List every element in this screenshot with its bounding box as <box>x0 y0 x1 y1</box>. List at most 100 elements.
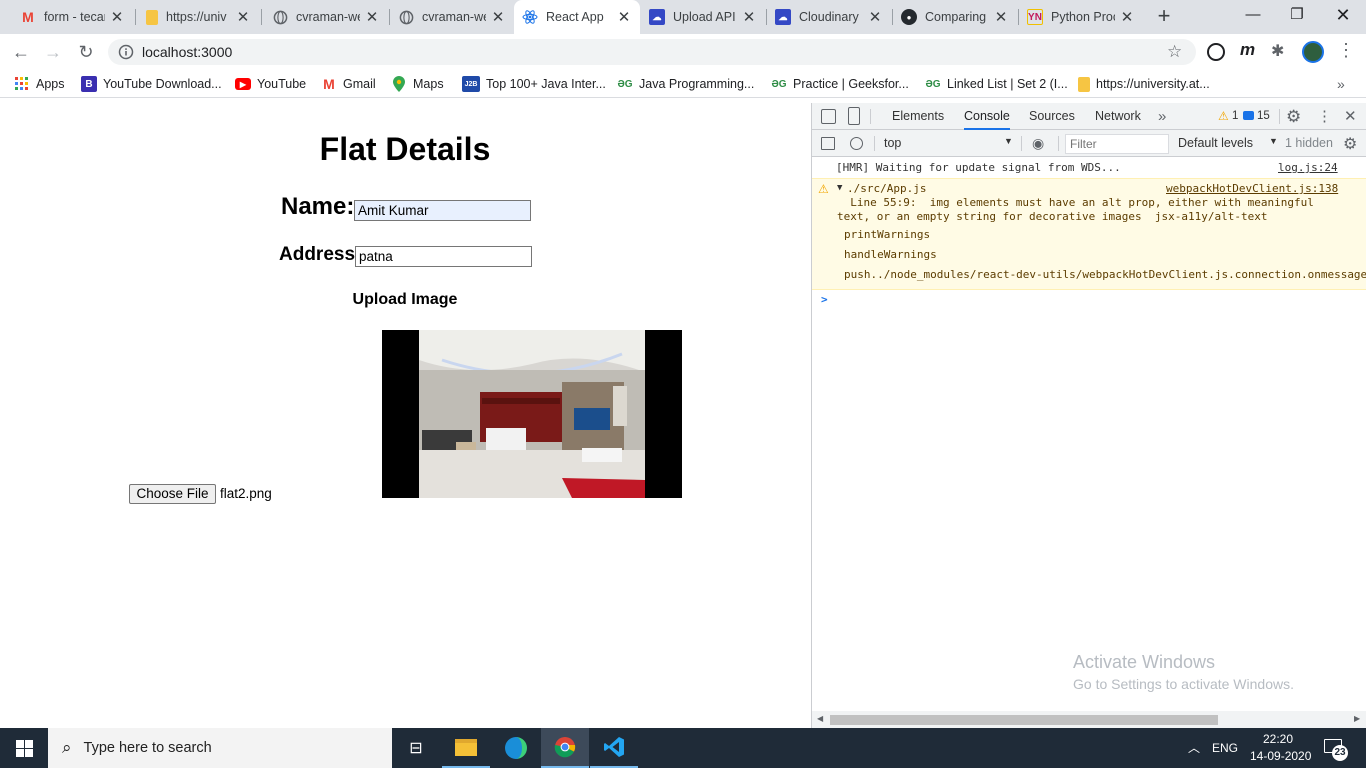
edge-icon[interactable] <box>492 728 540 768</box>
kebab-menu-icon[interactable]: ⋮ <box>1317 103 1332 130</box>
warning-source-link[interactable]: webpackHotDevClient.js:138 <box>1166 182 1338 195</box>
bookmark-java-interview[interactable]: J2B Top 100+ Java Inter... <box>462 74 606 94</box>
console-source-link[interactable]: log.js:24 <box>1278 161 1338 174</box>
avatar[interactable] <box>1302 41 1324 63</box>
message-count[interactable]: 15 <box>1257 103 1270 130</box>
close-icon[interactable]: ✕ <box>490 8 506 26</box>
close-icon[interactable]: ✕ <box>364 8 380 26</box>
star-icon[interactable]: ☆ <box>1167 42 1182 62</box>
clock-time[interactable]: 22:20 <box>1263 732 1293 746</box>
clock-date[interactable]: 14-09-2020 <box>1250 749 1311 763</box>
devtools-tab-network[interactable]: Network <box>1095 103 1141 130</box>
scrollbar-thumb[interactable] <box>830 715 1218 725</box>
close-icon[interactable]: ✕ <box>235 8 251 26</box>
tab-strip: M form - tecar ✕ https://univ ✕ cvraman-… <box>0 0 1366 34</box>
warning-count[interactable]: 1 <box>1232 103 1238 130</box>
address-bar[interactable] <box>108 39 1196 65</box>
m-extension-icon[interactable]: m <box>1240 40 1255 60</box>
levels-dropdown-icon[interactable]: ▼ <box>1269 136 1278 146</box>
tray-chevron-icon[interactable]: ︿ <box>1188 739 1200 756</box>
scroll-right-icon[interactable]: ▶ <box>1354 714 1360 723</box>
bookmark-university[interactable]: https://university.at... <box>1078 74 1210 94</box>
scroll-left-icon[interactable]: ◀ <box>817 714 823 723</box>
tab-upload-api[interactable]: ☁ Upload API ✕ <box>641 0 765 34</box>
back-icon[interactable]: ← <box>9 40 33 64</box>
bookmark-apps[interactable]: Apps <box>14 74 65 94</box>
bookmark-java-programming[interactable]: ƏG Java Programming... <box>617 74 754 94</box>
inspect-icon[interactable] <box>821 109 836 124</box>
extension-circle-icon[interactable] <box>1207 43 1225 61</box>
close-devtools-icon[interactable]: ✕ <box>1344 103 1357 130</box>
tab-cvraman-1[interactable]: cvraman-we ✕ <box>264 0 388 34</box>
reload-icon[interactable]: ↻ <box>74 40 98 64</box>
minimize-button[interactable]: — <box>1230 0 1276 32</box>
bookmark-label: Linked List | Set 2 (I... <box>947 77 1068 91</box>
close-window-button[interactable]: ✕ <box>1320 0 1366 32</box>
menu-icon[interactable]: ⋮ <box>1337 40 1355 61</box>
tab-python[interactable]: YN Python Proc ✕ <box>1019 0 1143 34</box>
warning-text-line1: Line 55:9: img elements must have an alt… <box>837 196 1314 209</box>
puzzle-icon[interactable]: ✱ <box>1271 41 1284 61</box>
device-toolbar-icon[interactable] <box>848 107 860 125</box>
name-input[interactable] <box>354 200 531 221</box>
task-view-icon[interactable]: ⊟ <box>392 728 440 768</box>
chrome-icon[interactable] <box>541 728 589 768</box>
console-prompt[interactable]: > <box>821 293 828 306</box>
close-icon[interactable]: ✕ <box>616 8 632 26</box>
clear-console-icon[interactable] <box>850 137 863 150</box>
tab-cvraman-2[interactable]: cvraman-we ✕ <box>390 0 514 34</box>
close-icon[interactable]: ✕ <box>993 8 1009 26</box>
bookmark-maps[interactable]: Maps <box>391 74 444 94</box>
settings-gear-icon[interactable]: ⚙ <box>1286 103 1301 130</box>
vscode-icon[interactable] <box>590 728 638 768</box>
console-filter-input[interactable] <box>1065 134 1169 154</box>
more-tabs-icon[interactable]: » <box>1158 103 1166 130</box>
tab-react-app[interactable]: React App ✕ <box>514 0 640 34</box>
tab-cloudinary[interactable]: ☁ Cloudinary ✕ <box>767 0 891 34</box>
console-toolbar: top ▼ ◉ Default levels ▼ 1 hidden ⚙ <box>812 130 1366 157</box>
new-tab-button[interactable]: + <box>1152 5 1176 29</box>
close-icon[interactable]: ✕ <box>109 8 125 26</box>
yellow-page-icon <box>1078 76 1090 92</box>
expand-triangle-icon[interactable]: ▼ <box>837 183 842 193</box>
bookmark-gmail[interactable]: M Gmail <box>321 74 376 94</box>
devtools-tab-console[interactable]: Console <box>964 103 1010 130</box>
devtools-tab-sources[interactable]: Sources <box>1029 103 1075 130</box>
bookmark-practice[interactable]: ƏG Practice | Geeksfor... <box>771 74 908 94</box>
close-icon[interactable]: ✕ <box>741 8 757 26</box>
hidden-count: 1 hidden <box>1285 136 1333 150</box>
context-select[interactable]: top <box>884 136 901 150</box>
log-levels-select[interactable]: Default levels <box>1178 136 1253 150</box>
bookmark-label: Apps <box>36 77 65 91</box>
bookmark-linked-list[interactable]: ƏG Linked List | Set 2 (I... <box>925 74 1068 94</box>
bookmark-youtube[interactable]: ▶ YouTube <box>235 74 306 94</box>
search-placeholder: Type here to search <box>83 740 212 756</box>
console-settings-icon[interactable]: ⚙ <box>1343 134 1357 154</box>
sidebar-toggle-icon[interactable] <box>821 137 835 150</box>
file-explorer-icon[interactable] <box>442 728 490 768</box>
choose-file-button[interactable]: Choose File <box>129 484 216 504</box>
yellow-page-icon <box>146 9 158 25</box>
forward-icon[interactable]: → <box>41 40 65 64</box>
info-icon[interactable] <box>118 44 134 60</box>
taskbar-search[interactable]: ⌕ Type here to search <box>48 728 392 768</box>
tab-gmail[interactable]: M form - tecar ✕ <box>12 0 133 34</box>
bookmark-youtube-download[interactable]: B YouTube Download... <box>81 74 222 94</box>
address-input[interactable] <box>355 246 532 267</box>
tab-university[interactable]: https://univ ✕ <box>138 0 259 34</box>
devtools-tab-elements[interactable]: Elements <box>892 103 944 130</box>
tab-github[interactable]: ● Comparing ✕ <box>893 0 1017 34</box>
context-dropdown-icon[interactable]: ▼ <box>1004 136 1013 146</box>
maps-icon <box>391 76 407 92</box>
close-icon[interactable]: ✕ <box>1119 8 1135 26</box>
bookmarks-overflow-icon[interactable]: » <box>1337 74 1345 94</box>
watermark-subtitle: Go to Settings to activate Windows. <box>1073 676 1294 692</box>
language-indicator[interactable]: ENG <box>1212 741 1238 755</box>
windows-start-icon[interactable] <box>0 728 48 768</box>
close-icon[interactable]: ✕ <box>867 8 883 26</box>
search-icon: ⌕ <box>62 738 72 757</box>
eye-icon[interactable]: ◉ <box>1032 135 1044 152</box>
warning-icon: ⚠ <box>818 182 829 196</box>
restore-button[interactable]: ❐ <box>1274 0 1320 32</box>
horizontal-scrollbar[interactable]: ◀ ▶ <box>812 711 1366 728</box>
